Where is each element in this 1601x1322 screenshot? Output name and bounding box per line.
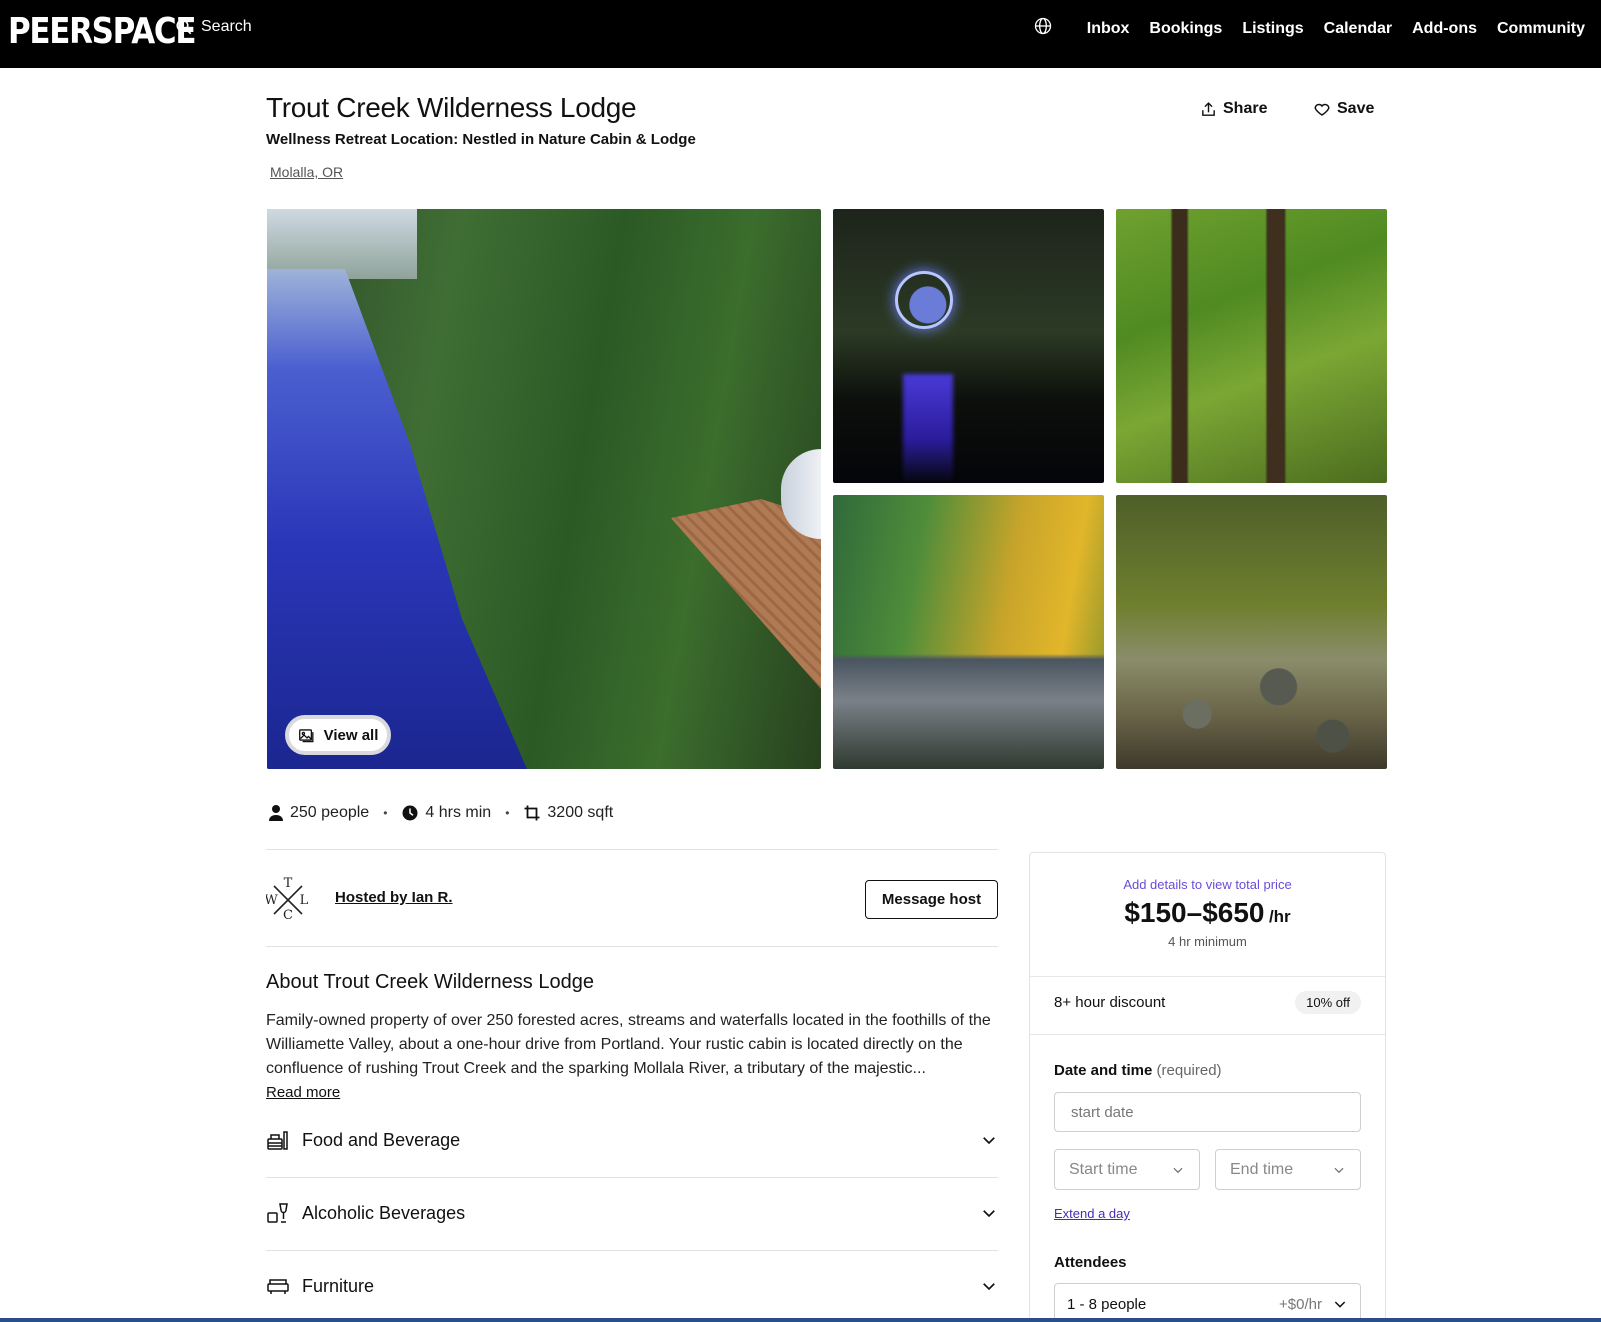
gallery-icon	[298, 729, 314, 743]
nav-bookings[interactable]: Bookings	[1149, 20, 1222, 38]
share-icon	[1202, 101, 1215, 116]
main-nav: Inbox Bookings Listings Calendar Add-ons…	[1033, 17, 1585, 38]
accordion-label: Furniture	[302, 1275, 375, 1296]
accordion-label: Alcoholic Beverages	[302, 1202, 466, 1223]
crop-area-icon	[524, 805, 540, 821]
chevron-down-icon	[1173, 1167, 1183, 1173]
start-date-input[interactable]	[1054, 1092, 1361, 1132]
about-heading: About Trout Creek Wilderness Lodge	[266, 971, 594, 993]
peerspace-logo[interactable]: PEERSPACE	[8, 12, 196, 52]
attendees-label: Attendees	[1054, 1254, 1127, 1271]
host-profile-link[interactable]: Hosted by Ian R.	[335, 889, 453, 906]
accordion-alcoholic-beverages[interactable]: Alcoholic Beverages	[266, 1188, 998, 1238]
accordion-food-and-beverage[interactable]: Food and Beverage	[266, 1115, 998, 1165]
discount-label: 8+ hour discount	[1054, 994, 1166, 1011]
booking-card: Add details to view total price $150–$65…	[1029, 852, 1386, 1322]
area-stat: 3200 sqft	[523, 804, 613, 822]
separator-dot: •	[505, 806, 510, 820]
host-avatar-logo[interactable]: T W L C	[266, 876, 310, 920]
chevron-down-icon	[983, 1137, 995, 1145]
nav-calendar[interactable]: Calendar	[1324, 20, 1392, 38]
food-beverage-icon	[267, 1131, 288, 1150]
svg-text:W: W	[266, 893, 278, 908]
gallery-photo-2[interactable]	[833, 209, 1104, 483]
person-icon	[269, 805, 283, 821]
gallery-photo-4[interactable]	[833, 495, 1104, 769]
listing-title: Trout Creek Wilderness Lodge	[266, 92, 637, 123]
view-all-label: View all	[323, 726, 379, 744]
gallery-photo-3[interactable]	[1116, 209, 1387, 483]
top-navigation-bar: PEERSPACE Search Inbox Bookings Listings…	[0, 0, 1601, 68]
divider	[1030, 976, 1385, 977]
svg-text:L: L	[300, 893, 309, 908]
discount-badge: 10% off	[1295, 991, 1361, 1014]
about-description: Family-owned property of over 250 forest…	[266, 1012, 991, 1077]
divider	[266, 849, 998, 850]
attendees-value: 1 - 8 people	[1067, 1295, 1147, 1313]
search-icon	[176, 19, 192, 35]
listing-location-link[interactable]: Molalla, OR	[270, 164, 343, 180]
extend-a-day-link[interactable]: Extend a day	[1054, 1206, 1130, 1221]
price-amount: $150–$650	[1124, 897, 1265, 928]
end-time-select[interactable]: End time	[1215, 1149, 1361, 1190]
message-host-button[interactable]: Message host	[865, 880, 998, 919]
listing-stats: 250 people • 4 hrs min • 3200 sqft	[268, 804, 613, 822]
chevron-down-icon	[983, 1283, 995, 1291]
listing-subtitle: Wellness Retreat Location: Nestled in Na…	[266, 131, 696, 148]
share-button[interactable]: Share	[1200, 100, 1267, 118]
attendees-price: +$0/hr	[1279, 1295, 1322, 1313]
heart-icon	[1314, 103, 1330, 116]
save-label: Save	[1337, 100, 1375, 117]
price-note: Add details to view total price	[1123, 877, 1292, 892]
bottom-edge-bar	[0, 1318, 1601, 1322]
main-photo[interactable]	[267, 209, 821, 769]
read-more-link[interactable]: Read more	[266, 1084, 340, 1101]
nav-community[interactable]: Community	[1497, 20, 1585, 38]
save-button[interactable]: Save	[1313, 100, 1374, 118]
accordion-label: Food and Beverage	[302, 1129, 461, 1150]
search-label: Search	[201, 18, 252, 35]
minimum-stat: 4 hrs min	[401, 804, 491, 822]
divider	[266, 946, 998, 947]
divider	[266, 1250, 998, 1251]
search-button[interactable]: Search	[175, 18, 252, 36]
chevron-down-icon	[983, 1210, 995, 1218]
start-time-select[interactable]: Start time	[1054, 1149, 1200, 1190]
svg-text:T: T	[284, 876, 293, 891]
date-time-label: Date and time (required)	[1054, 1062, 1222, 1079]
nav-add-ons[interactable]: Add-ons	[1412, 20, 1477, 38]
price-range: $150–$650 /hr	[1030, 897, 1385, 929]
nav-inbox[interactable]: Inbox	[1087, 20, 1130, 38]
globe-icon[interactable]	[1033, 16, 1053, 36]
accordion-furniture[interactable]: Furniture	[266, 1261, 998, 1311]
wine-glass-icon	[267, 1203, 288, 1223]
attendees-select[interactable]: 1 - 8 people +$0/hr	[1054, 1283, 1361, 1322]
sofa-icon	[267, 1279, 289, 1294]
chevron-down-icon	[1334, 1167, 1344, 1173]
divider	[1030, 1034, 1385, 1035]
view-all-photos-button[interactable]: View all	[285, 715, 391, 755]
svg-text:C: C	[283, 908, 293, 920]
minimum-hours: 4 hr minimum	[1168, 934, 1247, 949]
capacity-stat: 250 people	[268, 804, 369, 822]
separator-dot: •	[383, 806, 388, 820]
clock-icon	[402, 805, 418, 821]
share-label: Share	[1223, 100, 1268, 117]
gallery-photo-5[interactable]	[1116, 495, 1387, 769]
divider	[266, 1177, 998, 1178]
chevron-down-icon	[1334, 1301, 1346, 1308]
price-unit: /hr	[1268, 907, 1291, 926]
nav-listings[interactable]: Listings	[1242, 20, 1303, 38]
